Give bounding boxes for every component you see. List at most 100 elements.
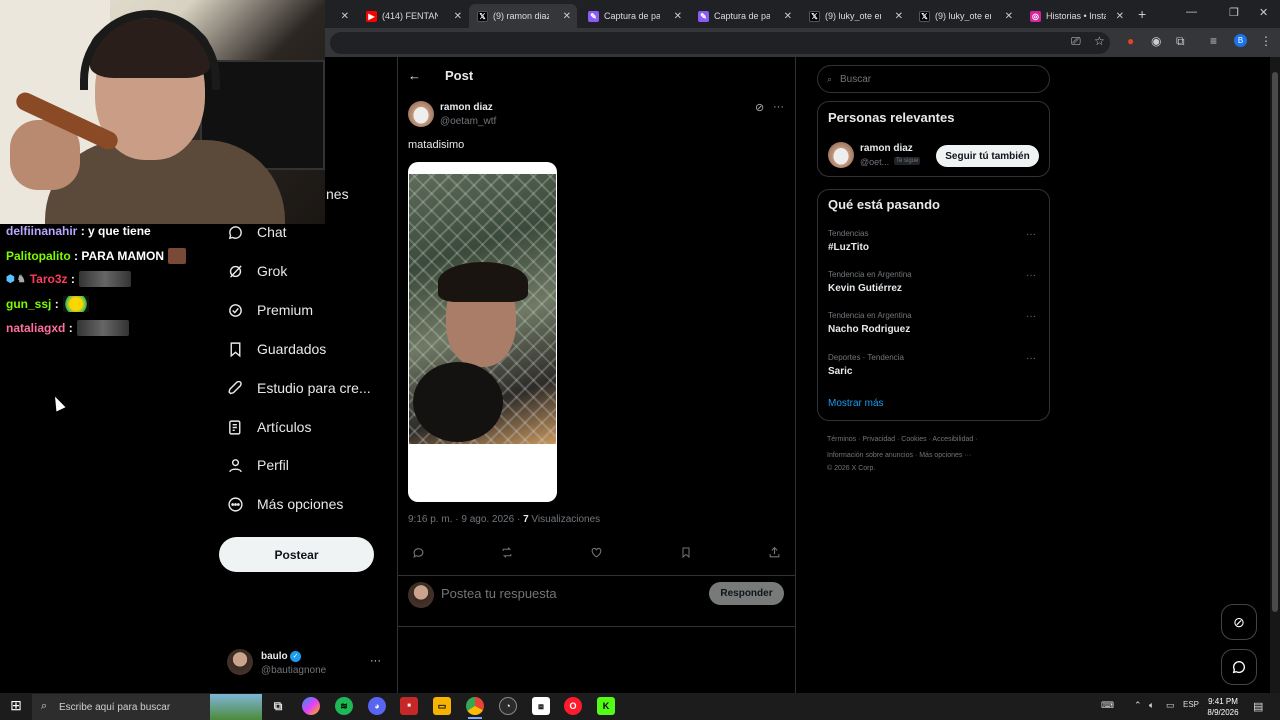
nav-item-guardados[interactable]: Guardados [226, 340, 386, 358]
search-input[interactable]: ⌕ Buscar [817, 65, 1050, 93]
footer-links[interactable]: Información sobre anuncios · Más opcione… [827, 452, 971, 459]
close-icon[interactable]: ✕ [895, 11, 903, 22]
author-avatar[interactable] [408, 101, 434, 127]
relevant-name[interactable]: ramon diaz [860, 143, 913, 154]
account-more-icon[interactable]: ··· [370, 655, 381, 667]
reply-input[interactable] [441, 586, 691, 601]
post-button[interactable]: Postear [219, 537, 374, 572]
trend-more-icon[interactable]: ··· [1026, 229, 1036, 240]
spotify-icon[interactable]: ≋ [335, 697, 353, 715]
nav-item-estudio[interactable]: Estudio para cre... [226, 379, 386, 397]
extension-icon[interactable]: ● [1127, 34, 1134, 48]
author-handle[interactable]: @oetam_wtf [440, 116, 496, 127]
obs-icon[interactable]: ◔ [499, 697, 517, 715]
close-icon[interactable]: ✕ [784, 11, 792, 22]
tab-youtube[interactable]: ▶ (414) FENTANILO ✕ [358, 4, 468, 28]
profile-avatar[interactable]: B [1234, 34, 1247, 47]
grok-fab-button[interactable]: ⊘ [1221, 604, 1257, 640]
file-explorer-icon[interactable]: ▭ [433, 697, 451, 715]
author-name[interactable]: ramon diaz [440, 102, 493, 113]
new-tab-button[interactable]: + [1138, 6, 1146, 22]
nav-item-mas-opciones[interactable]: Más opciones [226, 495, 386, 513]
language-indicator[interactable]: ESP [1183, 700, 1199, 709]
chat-username: gun_ssj [6, 297, 52, 311]
chevron-up-icon[interactable]: ⌃ [1134, 700, 1142, 711]
tab-generic[interactable]: ✕ [325, 4, 355, 28]
url-field[interactable] [330, 32, 1110, 54]
nav-item-chat[interactable]: Chat [226, 223, 386, 241]
grok-icon[interactable]: ⊘ [755, 101, 764, 114]
task-view-icon[interactable]: ⧉ [269, 697, 287, 715]
post-image[interactable] [408, 162, 557, 502]
nav-label: Más opciones [257, 496, 344, 512]
reply-icon[interactable] [412, 546, 425, 562]
app-icon[interactable]: ■ [400, 697, 418, 715]
chat-message: ⬢ ♞ Taro3z : [6, 271, 131, 287]
bookmark-icon[interactable] [680, 546, 692, 562]
scrollbar-thumb[interactable] [1272, 72, 1278, 612]
extension-icon[interactable]: ◉ [1151, 34, 1161, 48]
restore-icon[interactable]: ❐ [1229, 6, 1239, 19]
post-time[interactable]: 9:16 p. m. · 9 ago. 2026 · [408, 514, 520, 525]
reply-button[interactable]: Responder [709, 582, 784, 605]
trend-name[interactable]: Saric [828, 366, 852, 377]
share-icon[interactable] [768, 546, 781, 562]
nav-item-perfil[interactable]: Perfil [226, 456, 386, 474]
volume-icon[interactable]: 🔈︎ [1149, 700, 1154, 711]
nav-item-grok[interactable]: Grok [226, 262, 386, 280]
tab-title: (9) luky_ote en X [825, 11, 881, 21]
relevant-handle[interactable]: @oet... [860, 157, 889, 167]
like-heart-icon[interactable] [590, 546, 603, 562]
capcut-icon[interactable]: ⧈ [532, 697, 550, 715]
footer-links[interactable]: Términos · Privacidad · Cookies · Accesi… [827, 436, 978, 443]
windows-start-icon[interactable]: ⊞ [6, 697, 26, 717]
close-icon[interactable]: ✕ [1005, 11, 1013, 22]
follow-back-button[interactable]: Seguir tú también [936, 145, 1039, 167]
trend-name[interactable]: Kevin Gutiérrez [828, 283, 902, 294]
trend-more-icon[interactable]: ··· [1026, 353, 1036, 364]
keyboard-icon[interactable]: ⌨ [1101, 700, 1114, 711]
window-close-icon[interactable]: ✕ [1259, 6, 1268, 19]
close-icon[interactable]: ✕ [563, 11, 571, 22]
taskbar-search-input[interactable]: ⌕ Escribe aquí para buscar [32, 694, 262, 720]
tab-luky-2[interactable]: 𝕏 (9) luky_ote en X ✕ [911, 4, 1019, 28]
tab-instagram[interactable]: ◎ Historias • Instag ✕ [1022, 4, 1130, 28]
repost-icon[interactable] [500, 546, 514, 562]
tab-luky-1[interactable]: 𝕏 (9) luky_ote en X ✕ [801, 4, 909, 28]
chrome-icon[interactable] [466, 697, 484, 715]
close-icon[interactable]: ✕ [1116, 11, 1124, 22]
close-icon[interactable]: ✕ [674, 11, 682, 22]
relevant-avatar[interactable] [828, 142, 854, 168]
trend-more-icon[interactable]: ··· [1026, 270, 1036, 281]
minimize-icon[interactable]: — [1186, 6, 1197, 18]
tab-captura-1[interactable]: ✎ Captura de panta ✕ [580, 4, 688, 28]
trend-name[interactable]: #LuzTito [828, 242, 869, 253]
copilot-icon[interactable] [302, 697, 320, 715]
trend-more-icon[interactable]: ··· [1026, 311, 1036, 322]
media-icon[interactable]: ≡ [1210, 34, 1217, 48]
discord-icon[interactable]: ◕ [368, 697, 386, 715]
bookmark-star-icon[interactable]: ☆ [1094, 34, 1105, 48]
notifications-icon[interactable]: ▤ [1253, 700, 1263, 713]
kick-icon[interactable]: K [597, 697, 615, 715]
chat-username: Taro3z [29, 272, 68, 286]
show-more-link[interactable]: Mostrar más [828, 398, 884, 409]
tab-active-post[interactable]: 𝕏 (9) ramon diaz en ✕ [469, 4, 577, 28]
menu-dots-icon[interactable]: ⋮ [1260, 34, 1272, 48]
install-icon[interactable]: ⎚ [1071, 34, 1081, 49]
taskbar-clock[interactable]: 9:41 PM 8/9/2026 [1201, 696, 1245, 718]
opera-icon[interactable]: O [564, 697, 582, 715]
puzzle-icon[interactable]: ⧉ [1176, 34, 1185, 49]
nav-item-articulos[interactable]: Artículos [226, 418, 386, 436]
close-icon[interactable]: ✕ [454, 11, 462, 22]
messages-fab-button[interactable] [1221, 649, 1257, 685]
trend-name[interactable]: Nacho Rodriguez [828, 324, 910, 335]
network-icon[interactable]: ▭ [1166, 700, 1175, 711]
back-arrow-icon[interactable]: ← [408, 68, 421, 83]
clock-time: 9:41 PM [1208, 697, 1238, 706]
tab-captura-2[interactable]: ✎ Captura de panta ✕ [690, 4, 798, 28]
nav-item-premium[interactable]: Premium [226, 301, 386, 319]
post-more-icon[interactable]: ··· [773, 101, 784, 113]
instagram-icon: ◎ [1030, 10, 1041, 22]
close-icon[interactable]: ✕ [341, 11, 349, 22]
